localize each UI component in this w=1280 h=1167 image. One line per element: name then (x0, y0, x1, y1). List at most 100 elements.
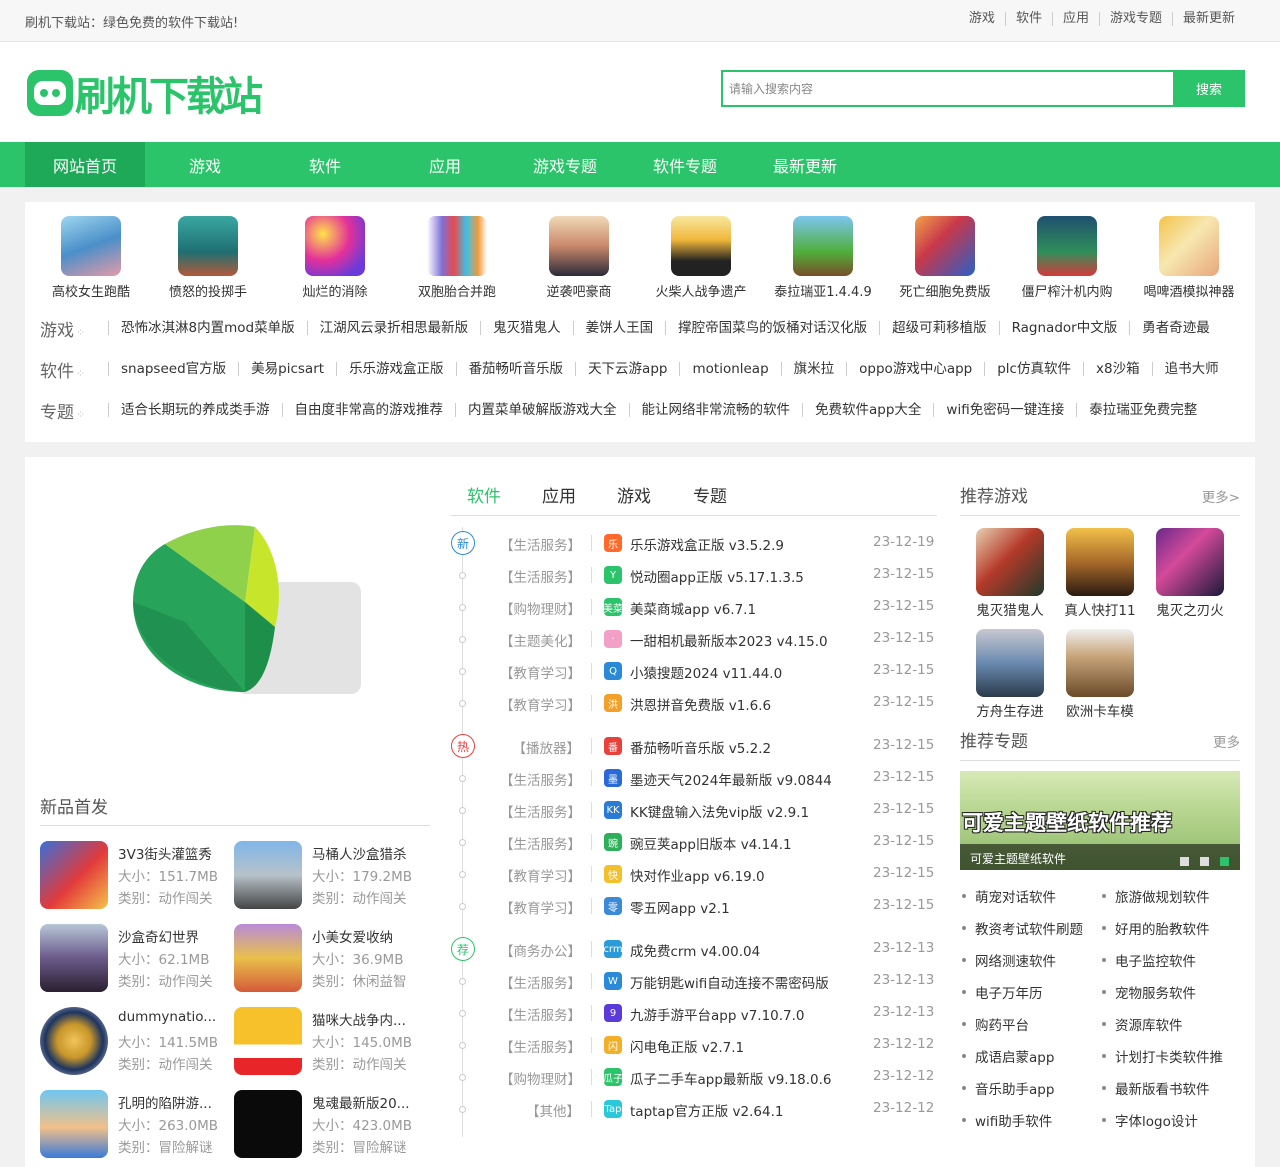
featured-app[interactable]: 泰拉瑞亚1.4.4.9 (762, 216, 884, 300)
nav-games[interactable]: 游戏 (145, 142, 265, 187)
update-list-item[interactable]: 【商务办公】 crm 成免费crm v4.00.04 23-12-13 (500, 938, 940, 960)
update-list-item[interactable]: 【播放器】 番番茄畅听音乐版 v5.2.2 23-12-15 (500, 735, 940, 757)
topic-link[interactable]: 宠物服务软件 (1102, 982, 1196, 1002)
item-title[interactable]: 九游手游平台app v7.10.7.0 (630, 1004, 805, 1024)
item-category[interactable]: 【生活服务】 (500, 534, 581, 554)
update-list-item[interactable]: 【生活服务】 墨墨迹天气2024年最新版 v9.0844 23-12-15 (500, 767, 940, 789)
nav-software-topics[interactable]: 软件专题 (625, 142, 745, 187)
featured-app[interactable]: 愤怒的投掷手 (147, 216, 269, 300)
nav-latest[interactable]: 最新更新 (745, 142, 865, 187)
tag-link[interactable]: snapseed官方版 (108, 362, 238, 376)
tag-link[interactable]: Ragnador中文版 (998, 321, 1130, 335)
item-title[interactable]: taptap官方正版 v2.64.1 (630, 1100, 784, 1120)
featured-app[interactable]: 高校女生跑酷 (30, 216, 152, 300)
topic-link[interactable]: 电子监控软件 (1102, 950, 1196, 970)
recommend-game[interactable]: 方舟生存进 (965, 629, 1055, 720)
tag-link[interactable]: 恐怖冰淇淋8内置mod菜单版 (108, 321, 307, 335)
tag-link[interactable]: x8沙箱 (1082, 362, 1152, 376)
carousel-dot[interactable] (1180, 857, 1189, 866)
topic-link[interactable]: 购药平台 (962, 1014, 1029, 1034)
update-list-item[interactable]: 【购物理财】 瓜子 瓜子二手车app最新版 v9.18.0.6 23-12-12 (500, 1066, 940, 1088)
tab-apps[interactable]: 应用 (542, 482, 576, 507)
featured-app[interactable]: 死亡细胞免费版 (884, 216, 1006, 300)
tag-link[interactable]: wifi免密码一键连接 (933, 403, 1076, 417)
tab-games[interactable]: 游戏 (617, 482, 651, 507)
item-title[interactable]: 乐乐游戏盒正版 v3.5.2.9 (630, 534, 784, 554)
tab-topics[interactable]: 专题 (693, 482, 727, 507)
update-list-item[interactable]: 【生活服务】 Y 悦动圈app正版 v5.17.1.3.5 23-12-15 (500, 564, 940, 586)
update-list-item[interactable]: 【生活服务】 9 九游手游平台app v7.10.7.0 23-12-13 (500, 1002, 940, 1024)
topic-link[interactable]: 计划打卡类软件推 (1102, 1046, 1223, 1066)
new-game-card[interactable]: 沙盒奇幻世界 大小：62.1MB 类别：动作闯关 (40, 924, 235, 992)
item-title[interactable]: 闪电龟正版 v2.7.1 (630, 1036, 744, 1056)
item-title[interactable]: 豌豆荚app旧版本 v4.14.1 (630, 833, 792, 853)
topic-link[interactable]: 资源库软件 (1102, 1014, 1183, 1034)
item-category[interactable]: 【生活服务】 (500, 1004, 581, 1024)
update-list-item[interactable]: 【教育学习】 Q 小猿搜题2024 v11.44.0 23-12-15 (500, 660, 940, 682)
tag-link[interactable]: 内置菜单破解版游戏大全 (455, 403, 629, 417)
item-title[interactable]: 墨迹天气2024年最新版 v9.0844 (630, 769, 832, 789)
top-link-game-topics[interactable]: 游戏专题 (1098, 12, 1172, 26)
item-category[interactable]: 【购物理财】 (500, 598, 581, 618)
item-title[interactable]: 快对作业app v6.19.0 (630, 865, 765, 885)
update-list-item[interactable]: 【生活服务】 闪闪电龟正版 v2.7.1 23-12-12 (500, 1034, 940, 1056)
tag-link[interactable]: 姜饼人王国 (572, 321, 666, 335)
topic-link[interactable]: wifi助手软件 (962, 1110, 1052, 1130)
topic-link[interactable]: 最新版看书软件 (1102, 1078, 1210, 1098)
item-category[interactable]: 【生活服务】 (500, 769, 581, 789)
item-category[interactable]: 【生活服务】 (500, 801, 581, 821)
topic-link[interactable]: 成语启蒙app (962, 1046, 1054, 1066)
top-link-games[interactable]: 游戏 (959, 12, 1005, 26)
featured-app[interactable]: 火柴人战争遗产 (640, 216, 762, 300)
search-button[interactable]: 搜索 (1173, 70, 1245, 107)
update-list-item[interactable]: 【教育学习】 快快对作业app v6.19.0 23-12-15 (500, 863, 940, 885)
item-title[interactable]: 小猿搜题2024 v11.44.0 (630, 662, 782, 682)
item-category[interactable]: 【教育学习】 (500, 865, 581, 885)
featured-app[interactable]: 喝啤酒模拟神器 (1128, 216, 1250, 300)
topic-link[interactable]: 萌宠对话软件 (962, 886, 1056, 906)
featured-app[interactable]: 僵尸榨汁机内购 (1006, 216, 1128, 300)
new-game-card[interactable]: dummynatio... 大小：141.5MB 类别：动作闯关 (40, 1007, 235, 1075)
recommend-game[interactable]: 欧洲卡车模 (1055, 629, 1145, 720)
topic-link[interactable]: 网络测速软件 (962, 950, 1056, 970)
update-list-item[interactable]: 【其他】 Tap taptap官方正版 v2.64.1 23-12-12 (500, 1098, 940, 1120)
tag-link[interactable]: 自由度非常高的游戏推荐 (281, 403, 456, 417)
item-title[interactable]: 洪恩拼音免费版 v1.6.6 (630, 694, 771, 714)
top-link-software[interactable]: 软件 (1004, 12, 1052, 26)
tag-link[interactable]: 免费软件app大全 (802, 403, 933, 417)
top-link-apps[interactable]: 应用 (1051, 12, 1099, 26)
item-title[interactable]: KK键盘输入法免vip版 v2.9.1 (630, 801, 809, 821)
featured-app[interactable]: 灿烂的消除 (274, 216, 396, 300)
tag-link[interactable]: 泰拉瑞亚免费完整 (1076, 403, 1209, 417)
item-category[interactable]: 【生活服务】 (500, 972, 581, 992)
item-title[interactable]: 成免费crm v4.00.04 (630, 940, 760, 960)
item-category[interactable]: 【生活服务】 (500, 833, 581, 853)
recommend-games-more-link[interactable]: 更多> (1202, 486, 1240, 506)
new-game-card[interactable]: 猫咪大战争内... 大小：145.0MB 类别：动作闯关 (234, 1007, 429, 1075)
tag-link[interactable]: 江湖风云录折相思最新版 (306, 321, 481, 335)
update-list-item[interactable]: 【教育学习】 洪洪恩拼音免费版 v1.6.6 23-12-15 (500, 692, 940, 714)
item-title[interactable]: 万能钥匙wifi自动连接不需密码版 (630, 972, 829, 992)
search-input[interactable] (721, 70, 1175, 107)
update-list-item[interactable]: 【生活服务】 乐乐乐游戏盒正版 v3.5.2.9 23-12-19 (500, 532, 940, 554)
tag-link[interactable]: 美易picsart (238, 362, 336, 376)
tag-link[interactable]: oppo游戏中心app (846, 362, 984, 376)
tab-software[interactable]: 软件 (467, 482, 501, 507)
carousel-dot[interactable] (1200, 857, 1209, 866)
tag-link[interactable]: 番茄畅听音乐版 (455, 362, 576, 376)
topic-banner[interactable]: 可爱主题壁纸软件推荐 可爱主题壁纸软件 (960, 771, 1240, 870)
snapseed-leaf-icon[interactable] (125, 502, 365, 742)
item-category[interactable]: 【播放器】 (500, 737, 581, 757)
item-category[interactable]: 【其他】 (500, 1100, 580, 1120)
item-title[interactable]: 零五网app v2.1 (630, 897, 730, 917)
topic-link[interactable]: 电子万年历 (962, 982, 1043, 1002)
nav-home[interactable]: 网站首页 (25, 142, 145, 187)
site-logo[interactable]: 刷机下载站 (27, 68, 263, 120)
topic-link[interactable]: 旅游做规划软件 (1102, 886, 1210, 906)
update-list-item[interactable]: 【购物理财】 美菜 美菜商城app v6.7.1 23-12-15 (500, 596, 940, 618)
tag-link[interactable]: 追书大师 (1151, 362, 1231, 376)
item-category[interactable]: 【教育学习】 (500, 662, 581, 682)
recommend-topics-more-link[interactable]: 更多 (1213, 731, 1240, 751)
topic-link[interactable]: 好用的胎教软件 (1102, 918, 1210, 938)
item-title[interactable]: 一甜相机最新版本2023 v4.15.0 (630, 630, 828, 650)
